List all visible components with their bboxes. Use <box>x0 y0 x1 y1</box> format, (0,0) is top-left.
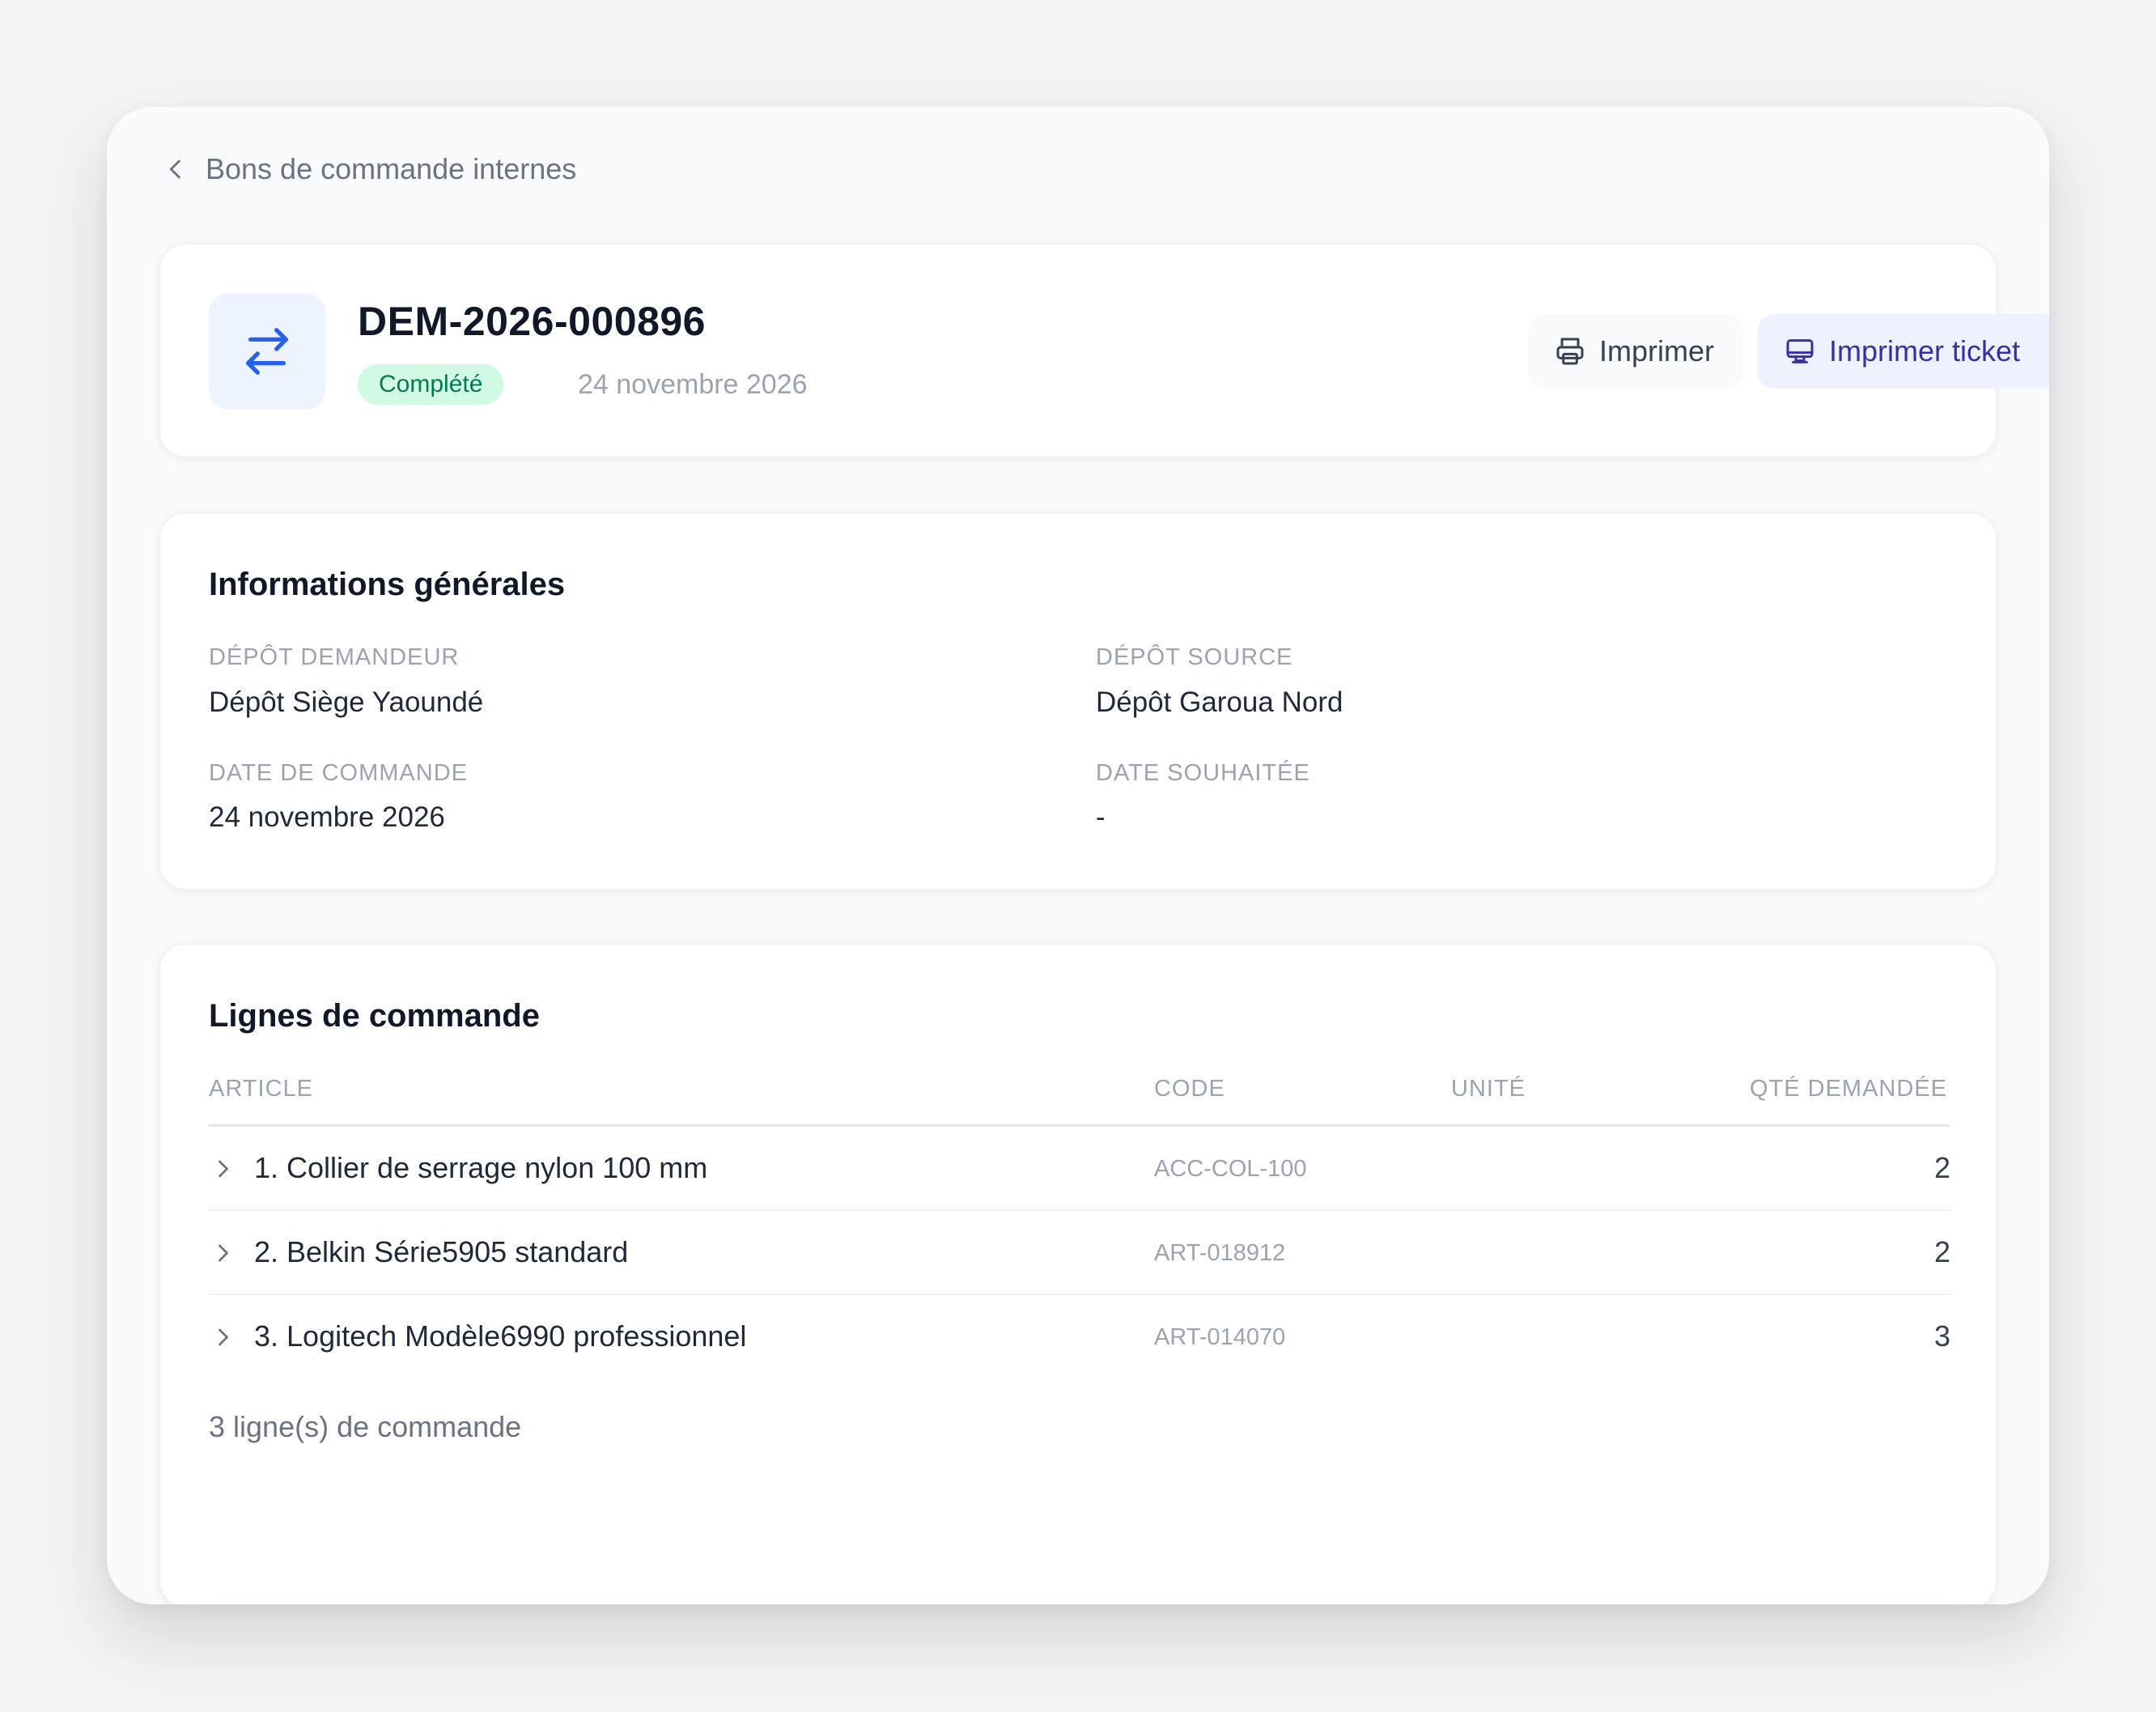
order-icon-tile <box>209 293 325 410</box>
order-date-label: DATE DE COMMANDE <box>209 760 468 786</box>
table-row[interactable]: 1. Collier de serrage nylon 100 mm ACC-C… <box>209 1127 1950 1211</box>
monitor-icon <box>1786 339 1814 363</box>
order-lines-card: Lignes de commande ARTICLE CODE UNITÉ QT… <box>159 943 1997 1604</box>
chevron-right-icon[interactable] <box>209 1151 238 1187</box>
print-button-label: Imprimer <box>1599 334 1714 367</box>
lines-count: 3 ligne(s) de commande <box>209 1410 522 1443</box>
desired-date-label: DATE SOUHAITÉE <box>1096 760 1310 786</box>
order-header-card: DEM-2026-000896 Complété 24 novembre 202… <box>159 243 2049 458</box>
status-badge: Complété <box>358 364 504 405</box>
order-lines-title: Lignes de commande <box>209 998 540 1034</box>
column-header-article: ARTICLE <box>209 1076 313 1102</box>
row-code: ART-018912 <box>1154 1240 1286 1266</box>
row-qty: 2 <box>1933 1235 1950 1268</box>
row-code: ACC-COL-100 <box>1154 1156 1307 1182</box>
chevron-right-icon[interactable] <box>209 1319 238 1355</box>
row-article: 3. Logitech Modèle6990 professionnel <box>254 1319 747 1353</box>
requesting-depot-value: Dépôt Siège Yaoundé <box>209 686 484 718</box>
column-header-code: CODE <box>1154 1076 1225 1102</box>
desired-date-value: - <box>1096 801 1106 833</box>
table-row[interactable]: 3. Logitech Modèle6990 professionnel ART… <box>209 1295 1950 1379</box>
order-date-value: 24 novembre 2026 <box>209 801 445 833</box>
order-number: DEM-2026-000896 <box>358 299 706 344</box>
chevron-right-icon[interactable] <box>209 1235 238 1271</box>
print-ticket-button[interactable]: Imprimer ticket <box>1758 314 2049 389</box>
chevron-left-icon <box>169 159 180 179</box>
row-article: 2. Belkin Série5905 standard <box>254 1235 629 1268</box>
general-info-card: Informations générales DÉPÔT DEMANDEUR D… <box>159 512 1997 890</box>
table-row[interactable]: 2. Belkin Série5905 standard ART-018912 … <box>209 1211 1950 1295</box>
source-depot-label: DÉPÔT SOURCE <box>1096 644 1293 670</box>
print-ticket-button-label: Imprimer ticket <box>1829 334 2021 367</box>
printer-icon <box>1556 338 1584 365</box>
back-link[interactable]: Bons de commande internes <box>162 152 576 186</box>
back-link-label: Bons de commande internes <box>206 152 577 185</box>
row-qty: 2 <box>1933 1151 1950 1184</box>
order-detail-window: Bons de commande internes DEM-2026-00089… <box>107 107 2049 1604</box>
column-header-qty: QTÉ DEMANDÉE <box>1749 1076 1947 1102</box>
source-depot-value: Dépôt Garoua Nord <box>1096 686 1343 718</box>
print-button[interactable]: Imprimer <box>1528 314 1743 389</box>
row-qty: 3 <box>1933 1319 1950 1353</box>
row-article: 1. Collier de serrage nylon 100 mm <box>254 1151 708 1184</box>
column-header-unit: UNITÉ <box>1451 1076 1526 1102</box>
row-code: ART-014070 <box>1154 1324 1286 1350</box>
transfer-arrows-icon <box>246 328 288 375</box>
order-date: 24 novembre 2026 <box>578 369 808 400</box>
requesting-depot-label: DÉPÔT DEMANDEUR <box>209 644 460 670</box>
general-info-title: Informations générales <box>209 567 566 602</box>
